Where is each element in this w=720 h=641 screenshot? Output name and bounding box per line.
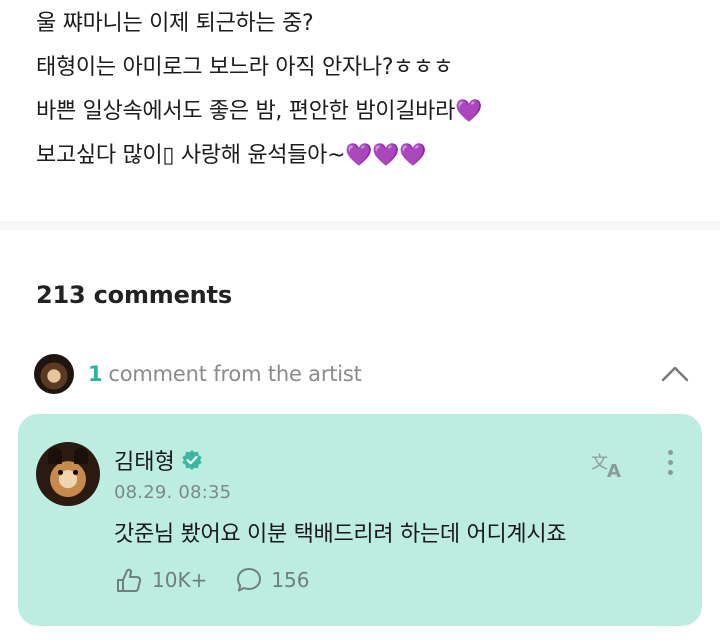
post-line-4: 보고싶다 많이▯ 사랑해 윤석들아~💜💜💜 xyxy=(36,134,696,178)
artist-comment-count: 1 xyxy=(88,362,103,386)
artist-comment-card: 김태형 08.29. 08:35 갓준님 봤어요 이분 택배드리려 하는데 어디… xyxy=(18,414,702,626)
author-avatar[interactable] xyxy=(36,442,100,506)
verified-badge-icon xyxy=(182,450,202,470)
avatar-eyes xyxy=(58,470,78,475)
translate-icon[interactable]: 文 A xyxy=(590,448,628,480)
chevron-up-icon[interactable] xyxy=(658,360,692,388)
avatar-ear-left xyxy=(48,448,62,464)
post-body: 울 쨔마니는 이제 퇴근하는 중? 태형이는 아미로그 보느라 아직 안자나?ㅎ… xyxy=(36,2,696,178)
artist-comments-toggle[interactable]: 1 comment from the artist xyxy=(34,352,694,396)
more-dot xyxy=(667,450,673,455)
comment-actions: 10K+ 156 xyxy=(114,566,338,594)
more-dot xyxy=(667,470,673,475)
like-count: 10K+ xyxy=(152,568,208,592)
svg-text:文: 文 xyxy=(591,453,608,473)
avatar-ear-right xyxy=(74,448,88,464)
post-line-4-text: 보고싶다 많이▯ 사랑해 윤석들아~ xyxy=(36,143,346,168)
comment-timestamp: 08.29. 08:35 xyxy=(114,482,232,503)
author-name[interactable]: 김태형 xyxy=(114,444,175,476)
section-divider xyxy=(0,222,720,230)
purple-hearts-emoji: 💜💜💜 xyxy=(345,143,427,168)
like-icon xyxy=(117,568,142,592)
svg-text:A: A xyxy=(607,461,621,480)
more-dot xyxy=(667,460,673,465)
artist-comment-text: comment from the artist xyxy=(108,362,362,386)
post-line-3-text: 바쁜 일상속에서도 좋은 밤, 편안한 밤이길바라 xyxy=(36,99,456,124)
author-name-row: 김태형 xyxy=(114,444,203,476)
reply-count: 156 xyxy=(271,568,310,592)
post-line-1: 울 쨔마니는 이제 퇴근하는 중? xyxy=(36,11,314,36)
artist-comments-label: 1 comment from the artist xyxy=(88,362,362,386)
more-vertical-icon[interactable] xyxy=(658,446,682,482)
purple-heart-emoji: 💜 xyxy=(455,99,483,124)
comment-text: 갓준님 봤어요 이분 택배드리려 하는데 어디계시죠 xyxy=(114,522,567,547)
comments-count: 213 comments xyxy=(36,281,232,309)
like-button[interactable]: 10K+ xyxy=(114,566,207,594)
artist-avatar-small xyxy=(34,354,74,394)
reply-button[interactable]: 156 xyxy=(235,566,310,594)
post-line-3: 바쁜 일상속에서도 좋은 밤, 편안한 밤이길바라💜 xyxy=(36,90,696,134)
post-line-2: 태형이는 아미로그 보느라 아직 안자나?ㅎㅎㅎ xyxy=(36,55,454,80)
reply-icon xyxy=(237,568,262,592)
